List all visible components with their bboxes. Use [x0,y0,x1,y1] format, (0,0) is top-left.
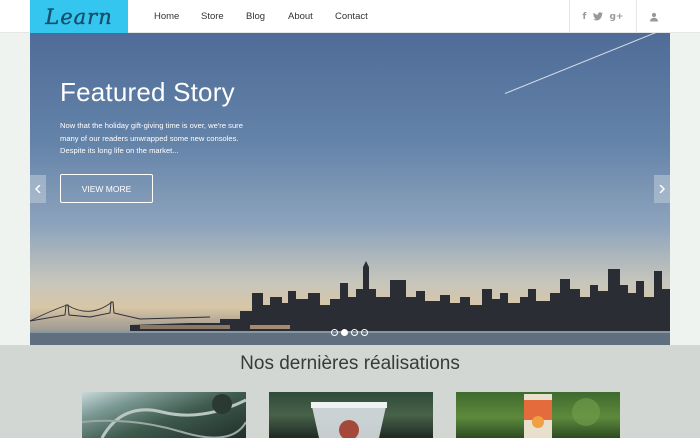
portfolio-section: Nos dernières réalisations [0,345,700,438]
portfolio-card-2[interactable] [269,392,433,438]
nav-about[interactable]: About [288,11,313,22]
site-header: Learn Home Store Blog About Contact f g+ [0,0,700,33]
twitter-icon[interactable] [592,8,603,26]
portfolio-card-1[interactable] [82,392,246,438]
slider-dot-1[interactable] [331,329,338,336]
slider-dot-2[interactable] [341,329,348,336]
airplane-contrail [504,33,670,94]
hero-description: Now that the holiday gift-giving time is… [60,121,243,155]
slider-prev-button[interactable] [30,175,46,203]
view-more-button[interactable]: VIEW MORE [60,174,153,203]
google-plus-icon[interactable]: g+ [609,12,623,22]
slider-dot-4[interactable] [361,329,368,336]
chevron-right-icon [659,185,665,193]
logo[interactable]: Learn [30,0,128,33]
hero-slider: Featured Story Now that the holiday gift… [30,33,670,345]
user-button[interactable] [637,0,670,33]
nav-home[interactable]: Home [154,11,179,22]
nav-store[interactable]: Store [201,11,224,22]
chevron-left-icon [35,185,41,193]
nav-blog[interactable]: Blog [246,11,265,22]
slider-next-button[interactable] [654,175,670,203]
slider-pagination [331,329,368,336]
juice-carton-image [524,394,600,438]
facebook-icon[interactable]: f [583,12,587,22]
slider-dot-3[interactable] [351,329,358,336]
highway-interchange-image [82,394,246,438]
logo-text: Learn [45,4,113,29]
dessert-glass-image [311,402,387,438]
section-title: Nos dernières réalisations [240,353,460,374]
nav-contact[interactable]: Contact [335,11,368,22]
user-icon [649,12,658,21]
social-links: f g+ [569,0,637,33]
portfolio-card-3[interactable] [456,392,620,438]
hero-title: Featured Story [60,77,235,107]
